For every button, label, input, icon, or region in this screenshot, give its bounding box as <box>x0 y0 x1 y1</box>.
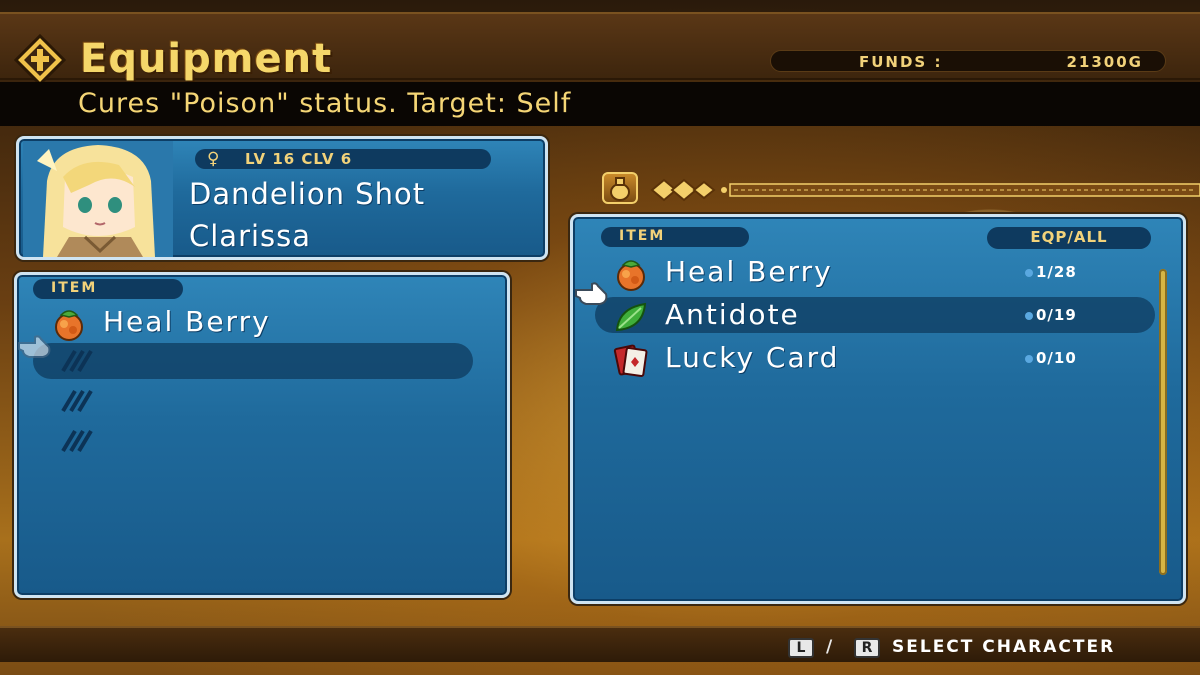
level-text: LV 16 CLV 6 <box>245 150 353 168</box>
inventory-item-name: Lucky Card <box>665 341 840 374</box>
inventory-panel: ITEM EQP/ALL Heal Berry 1/28 Antidote 0/… <box>570 214 1186 604</box>
inventory-item-row[interactable]: Antidote 0/19 <box>613 298 1143 336</box>
inventory-item-name: Antidote <box>665 298 800 331</box>
character-name: Clarissa <box>189 219 312 253</box>
select-character-hint: SELECT CHARACTER <box>892 637 1116 657</box>
r-button-key[interactable]: R <box>854 638 880 658</box>
lucky-card-icon <box>613 344 648 377</box>
inventory-item-row[interactable]: Heal Berry 1/28 <box>613 255 1143 293</box>
inventory-item-count: 1/28 <box>1025 263 1077 281</box>
funds-label: FUNDS : <box>859 53 943 71</box>
inventory-item-row[interactable]: Lucky Card 0/10 <box>613 341 1143 379</box>
empty-slot-icon[interactable] <box>57 345 97 375</box>
inventory-item-name: Heal Berry <box>665 255 833 288</box>
funds-value: 21300G <box>1066 53 1143 71</box>
ornament-divider <box>650 178 1200 202</box>
equipped-item-name: Heal Berry <box>103 305 271 338</box>
heal-berry-icon <box>617 260 645 291</box>
equipped-selection-highlight <box>33 343 473 379</box>
inventory-item-header: ITEM <box>601 227 749 247</box>
heal-berry-icon <box>55 310 83 341</box>
controls-bar: L / R SELECT CHARACTER <box>0 626 1200 662</box>
l-button-key[interactable]: L <box>788 638 814 658</box>
count-dot-icon <box>1025 311 1033 320</box>
empty-slot-icon[interactable] <box>57 385 97 415</box>
character-portrait <box>23 141 173 257</box>
inventory-scrollbar[interactable] <box>1159 269 1167 575</box>
equipped-item-row[interactable]: Heal Berry <box>51 305 471 343</box>
equipped-item-header: ITEM <box>33 279 183 299</box>
key-separator: / <box>826 637 833 657</box>
description-bar: Cures "Poison" status. Target: Self <box>0 82 1200 126</box>
inventory-item-count: 0/10 <box>1025 349 1077 367</box>
equipped-items-panel: ITEM Heal Berry <box>14 272 510 598</box>
inventory-count-header: EQP/ALL <box>987 227 1151 249</box>
page-title: Equipment <box>80 36 333 82</box>
pointer-hand-icon <box>575 282 608 305</box>
pointer-hand-icon <box>18 335 51 358</box>
character-class: Dandelion Shot <box>189 177 426 211</box>
pouch-tab-icon <box>602 172 638 204</box>
level-badge: ♀ LV 16 CLV 6 <box>195 149 491 169</box>
equipment-emblem-icon <box>14 34 66 86</box>
count-dot-icon <box>1025 354 1033 363</box>
funds-display: FUNDS : 21300G <box>770 50 1166 72</box>
empty-slot-icon[interactable] <box>57 425 97 455</box>
item-description: Cures "Poison" status. Target: Self <box>78 88 572 119</box>
count-dot-icon <box>1025 268 1033 277</box>
female-icon: ♀ <box>207 149 220 169</box>
character-panel[interactable]: ♀ LV 16 CLV 6 Dandelion Shot Clarissa <box>16 136 548 260</box>
header-bar: Equipment FUNDS : 21300G <box>0 12 1200 86</box>
inventory-item-count: 0/19 <box>1025 306 1077 324</box>
antidote-leaf-icon <box>615 302 647 332</box>
